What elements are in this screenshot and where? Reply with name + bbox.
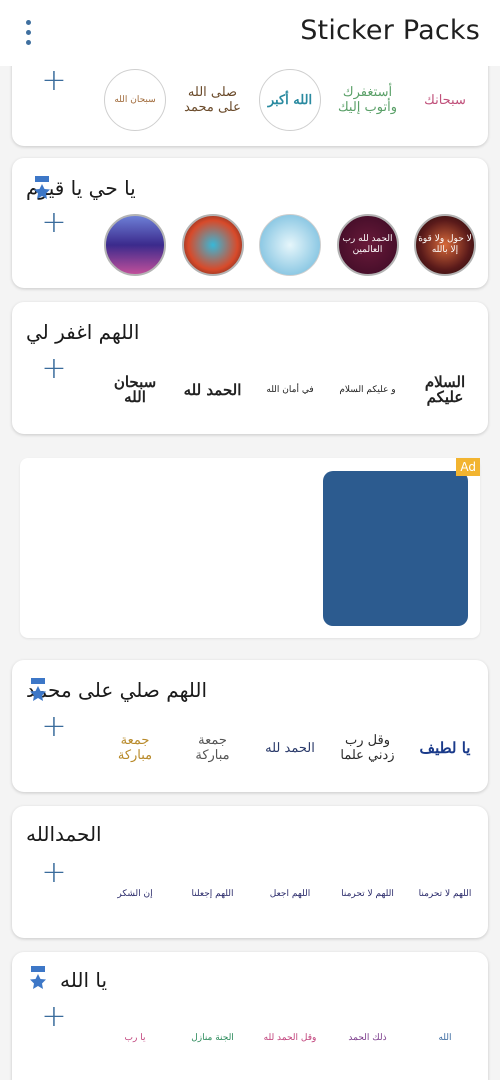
sticker-thumbnail[interactable]: في أمان الله — [259, 359, 321, 421]
sticker-thumbnail[interactable]: الله أكبر — [259, 69, 321, 131]
sticker-thumbnail[interactable]: وقل رب زدني علما — [337, 717, 399, 779]
add-to-whatsapp-button[interactable]: + — [38, 354, 70, 386]
add-to-whatsapp-button[interactable]: + — [38, 712, 70, 744]
add-to-whatsapp-button[interactable]: + — [38, 858, 70, 890]
overflow-menu-icon[interactable] — [14, 14, 42, 50]
pack-name: اللهم اغفر لي — [26, 320, 140, 344]
sticker-thumbnail[interactable]: الله — [414, 1007, 476, 1069]
ribbon-badge-icon — [30, 678, 46, 701]
sticker-pack-card[interactable]: يا حي يا قيوم + الحمد لله رب العالمين لا… — [12, 158, 488, 288]
sticker-thumbnail[interactable]: السلام عليكم — [414, 359, 476, 421]
menu-dot — [25, 39, 31, 45]
sticker-thumbnail[interactable]: الحمد لله — [259, 717, 321, 779]
sticker-thumbnail[interactable]: يا رب — [104, 1007, 166, 1069]
sticker-row: سبحان الله صلى الله على محمد الله أكبر أ… — [104, 68, 476, 132]
pack-name: يا الله — [60, 968, 108, 992]
app-bar: Sticker Packs — [0, 0, 500, 66]
sticker-row: جمعة مباركة جمعة مباركة الحمد لله وقل رب… — [104, 716, 476, 780]
page-title: Sticker Packs — [300, 15, 480, 46]
sticker-thumbnail[interactable]: إن الشكر — [104, 863, 166, 925]
ad-banner[interactable]: Ad — [20, 458, 480, 638]
pack-name: اللهم صلي على محمد — [26, 678, 208, 702]
add-to-whatsapp-button[interactable]: + — [38, 1002, 70, 1034]
sticker-thumbnail[interactable]: الحمد لله — [182, 359, 244, 421]
sticker-packs-screen: Sticker Packs + سبحان الله صلى الله على … — [0, 0, 500, 1080]
sticker-row: يا رب الجنة منازل وقل الحمد لله ذلك الحم… — [104, 1006, 476, 1070]
sticker-thumbnail[interactable]: ذلك الحمد — [337, 1007, 399, 1069]
sticker-thumbnail[interactable]: وقل الحمد لله — [259, 1007, 321, 1069]
pack-name: الحمدالله — [26, 822, 102, 846]
add-to-whatsapp-button[interactable]: + — [38, 66, 70, 98]
ad-label: Ad — [456, 458, 480, 476]
sticker-row: الحمد لله رب العالمين لا حول ولا قوة إلا… — [104, 213, 476, 277]
sticker-thumbnail[interactable]: اللهم لا تحرمنا — [337, 863, 399, 925]
menu-dot — [25, 19, 31, 25]
sticker-thumbnail[interactable]: سبحان الله — [104, 69, 166, 131]
sticker-thumbnail[interactable] — [259, 214, 321, 276]
sticker-thumbnail[interactable] — [104, 214, 166, 276]
sticker-thumbnail[interactable]: اللهم إجعلنا — [182, 863, 244, 925]
sticker-thumbnail[interactable]: الحمد لله رب العالمين — [336, 214, 399, 276]
sticker-thumbnail[interactable]: و عليكم السلام — [337, 359, 399, 421]
sticker-thumbnail[interactable]: سبحانك — [414, 69, 476, 131]
sticker-thumbnail[interactable]: سبحان الله — [104, 359, 166, 421]
sticker-thumbnail[interactable]: لا حول ولا قوة إلا بالله — [414, 214, 476, 276]
sticker-thumbnail[interactable] — [181, 214, 244, 276]
sticker-thumbnail[interactable]: جمعة مباركة — [182, 717, 244, 779]
sticker-pack-card[interactable]: اللهم صلي على محمد + جمعة مباركة جمعة مب… — [12, 660, 488, 792]
sticker-thumbnail[interactable]: الجنة منازل — [182, 1007, 244, 1069]
add-to-whatsapp-button[interactable]: + — [38, 208, 70, 240]
sticker-pack-card[interactable]: يا الله + يا رب الجنة منازل وقل الحمد لل… — [12, 952, 488, 1080]
ribbon-badge-icon — [34, 176, 50, 199]
sticker-thumbnail[interactable]: أستغفرك وأتوب إليك — [337, 69, 399, 131]
sticker-thumbnail[interactable]: اللهم لا تحرمنا — [414, 863, 476, 925]
sticker-row: سبحان الله الحمد لله في أمان الله و عليك… — [104, 358, 476, 422]
ribbon-badge-icon — [30, 966, 46, 989]
sticker-row: إن الشكر اللهم إجعلنا اللهم اجعل اللهم ل… — [104, 862, 476, 926]
sticker-pack-card[interactable]: الحمدالله + إن الشكر اللهم إجعلنا اللهم … — [12, 806, 488, 938]
menu-dot — [25, 29, 31, 35]
sticker-pack-card[interactable]: اللهم اغفر لي + سبحان الله الحمد لله في … — [12, 302, 488, 434]
sticker-thumbnail[interactable]: اللهم اجعل — [259, 863, 321, 925]
sticker-thumbnail[interactable]: يا لطيف — [414, 717, 476, 779]
sticker-thumbnail[interactable]: جمعة مباركة — [104, 717, 166, 779]
sticker-thumbnail[interactable]: صلى الله على محمد — [182, 69, 244, 131]
ad-image[interactable] — [323, 471, 468, 626]
